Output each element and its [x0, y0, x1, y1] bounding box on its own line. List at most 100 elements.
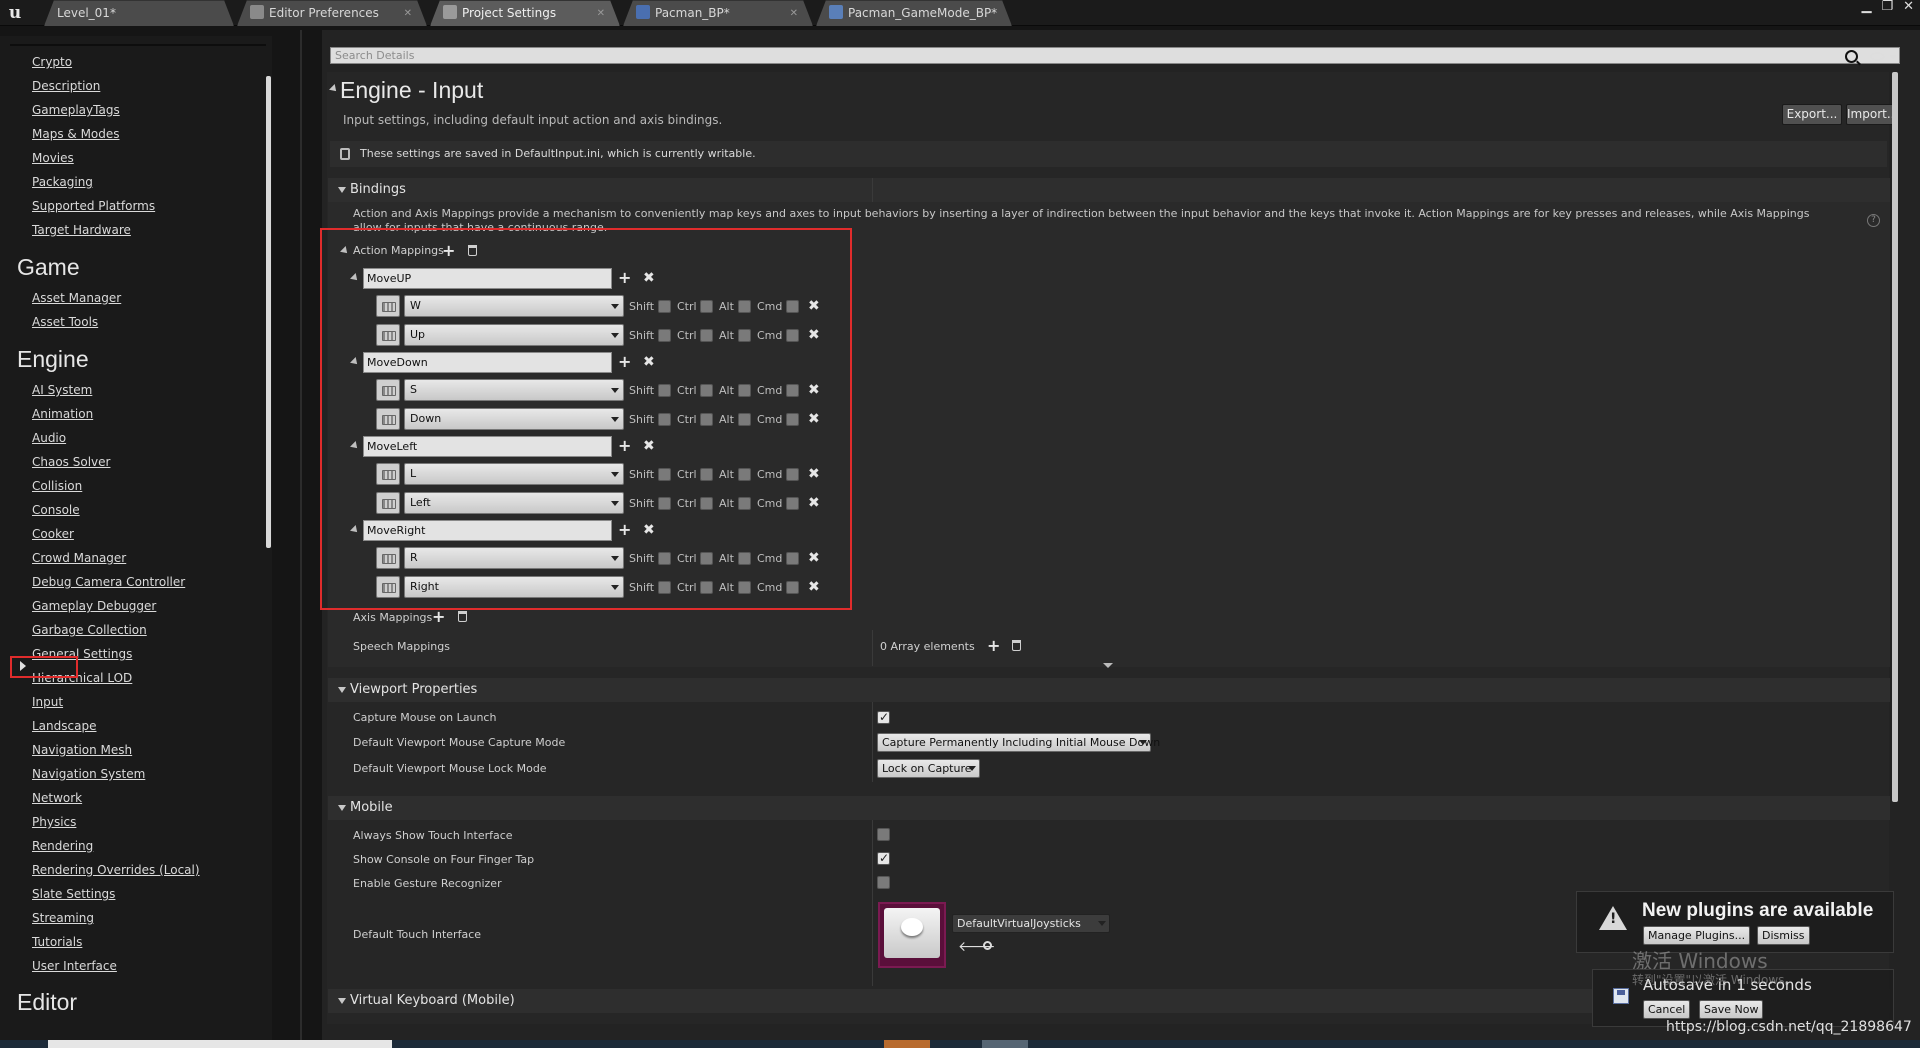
add-key-icon[interactable]: +	[618, 270, 631, 286]
sidebar-item-input[interactable]: Input	[32, 695, 63, 709]
sidebar-item-tutorials[interactable]: Tutorials	[32, 935, 82, 949]
remove-key-icon[interactable]: ✖	[808, 496, 820, 510]
ctrl-checkbox[interactable]	[700, 413, 713, 426]
remove-key-icon[interactable]: ✖	[808, 299, 820, 313]
alt-checkbox[interactable]	[738, 497, 751, 510]
touch-interface-thumbnail[interactable]	[878, 902, 946, 968]
sidebar-scrollbar[interactable]	[266, 76, 271, 548]
keyboard-icon[interactable]	[376, 463, 400, 485]
sidebar-item-rendering[interactable]: Rendering	[32, 839, 93, 853]
sidebar-item-debug-camera-controller[interactable]: Debug Camera Controller	[32, 575, 185, 589]
panel-splitter[interactable]	[300, 30, 302, 1040]
search-input[interactable]: Search Details	[330, 47, 1900, 64]
sidebar-item-collision[interactable]: Collision	[32, 479, 82, 493]
sidebar-item-target-hardware[interactable]: Target Hardware	[32, 223, 131, 237]
sidebar-item-supported-platforms[interactable]: Supported Platforms	[32, 199, 155, 213]
remove-key-icon[interactable]: ✖	[808, 467, 820, 481]
section-viewport-properties[interactable]: Viewport Properties	[328, 678, 1890, 702]
tab-project-settings[interactable]: Project Settings ✕	[430, 0, 620, 26]
search-icon[interactable]	[1845, 50, 1858, 63]
add-key-icon[interactable]: +	[618, 354, 631, 370]
tab-pacman-gamemode-bp[interactable]: Pacman_GameMode_BP*	[816, 0, 1012, 26]
key-selector[interactable]: Down	[404, 408, 624, 430]
action-name-field[interactable]: MoveUP	[363, 268, 612, 289]
add-icon[interactable]: +	[987, 638, 1000, 654]
expand-advanced-icon[interactable]	[1103, 663, 1113, 668]
add-icon[interactable]: +	[442, 243, 455, 259]
gesture-recognizer-checkbox[interactable]	[877, 876, 890, 889]
browse-search-icon[interactable]	[983, 941, 992, 950]
sidebar-item-physics[interactable]: Physics	[32, 815, 76, 829]
ctrl-checkbox[interactable]	[700, 497, 713, 510]
action-name-field[interactable]: MoveDown	[363, 352, 612, 373]
alt-checkbox[interactable]	[738, 329, 751, 342]
shift-checkbox[interactable]	[658, 497, 671, 510]
cmd-checkbox[interactable]	[786, 468, 799, 481]
action-name-field[interactable]: MoveLeft	[363, 436, 612, 457]
key-selector[interactable]: R	[404, 547, 624, 569]
sidebar-item-crypto[interactable]: Crypto	[32, 55, 72, 69]
sidebar-item-audio[interactable]: Audio	[32, 431, 66, 445]
remove-key-icon[interactable]: ✖	[808, 412, 820, 426]
remove-key-icon[interactable]: ✖	[808, 383, 820, 397]
save-now-button[interactable]: Save Now	[1699, 1000, 1764, 1019]
shift-checkbox[interactable]	[658, 384, 671, 397]
keyboard-icon[interactable]	[376, 492, 400, 514]
sidebar-item-gameplay-debugger[interactable]: Gameplay Debugger	[32, 599, 156, 613]
tab-pacman-bp[interactable]: Pacman_BP* ✕	[623, 0, 813, 26]
keyboard-icon[interactable]	[376, 576, 400, 598]
cancel-button[interactable]: Cancel	[1643, 1000, 1691, 1019]
details-scrollbar[interactable]	[1892, 72, 1898, 802]
sidebar-item-network[interactable]: Network	[32, 791, 82, 805]
sidebar-item-console[interactable]: Console	[32, 503, 80, 517]
close-icon[interactable]: ✕	[404, 1, 412, 26]
alt-checkbox[interactable]	[738, 468, 751, 481]
remove-key-icon[interactable]: ✖	[808, 328, 820, 342]
export-button[interactable]: Export...	[1782, 104, 1842, 125]
cmd-checkbox[interactable]	[786, 300, 799, 313]
remove-key-icon[interactable]: ✖	[808, 580, 820, 594]
sidebar-item-chaos-solver[interactable]: Chaos Solver	[32, 455, 110, 469]
sidebar-item-navigation-system[interactable]: Navigation System	[32, 767, 145, 781]
sidebar-item-asset-manager[interactable]: Asset Manager	[32, 291, 121, 305]
sidebar-item-landscape[interactable]: Landscape	[32, 719, 96, 733]
trash-icon[interactable]	[458, 611, 467, 622]
keyboard-icon[interactable]	[376, 379, 400, 401]
sidebar-item-rendering-overrides[interactable]: Rendering Overrides (Local)	[32, 863, 200, 877]
key-selector[interactable]: Left	[404, 492, 624, 514]
touch-interface-dropdown[interactable]: DefaultVirtualJoysticks	[952, 914, 1110, 933]
ctrl-checkbox[interactable]	[700, 384, 713, 397]
restore-icon[interactable]: ❐	[1881, 0, 1893, 14]
shift-checkbox[interactable]	[658, 581, 671, 594]
manage-plugins-button[interactable]: Manage Plugins...	[1643, 926, 1751, 945]
alt-checkbox[interactable]	[738, 581, 751, 594]
eye-icon[interactable]	[1870, 52, 1885, 61]
remove-action-icon[interactable]: ✖	[643, 355, 655, 369]
taskbar-search[interactable]	[48, 1040, 392, 1048]
close-icon[interactable]: ✕	[790, 1, 798, 26]
section-mobile[interactable]: Mobile	[328, 796, 1890, 820]
ctrl-checkbox[interactable]	[700, 329, 713, 342]
taskbar-app[interactable]	[884, 1040, 930, 1048]
alt-checkbox[interactable]	[738, 552, 751, 565]
key-selector[interactable]: Up	[404, 324, 624, 346]
minimize-icon[interactable]: ▁	[1861, 0, 1871, 14]
trash-icon[interactable]	[468, 245, 477, 256]
section-bindings[interactable]: Bindings	[328, 178, 1890, 202]
shift-checkbox[interactable]	[658, 413, 671, 426]
taskbar-app[interactable]	[982, 1040, 1028, 1048]
key-selector[interactable]: S	[404, 379, 624, 401]
sidebar-item-crowd-manager[interactable]: Crowd Manager	[32, 551, 126, 565]
add-icon[interactable]: +	[432, 609, 445, 625]
key-selector[interactable]: L	[404, 463, 624, 485]
import-button[interactable]: Import...	[1846, 104, 1898, 125]
dismiss-button[interactable]: Dismiss	[1757, 926, 1810, 945]
add-key-icon[interactable]: +	[618, 522, 631, 538]
key-selector[interactable]: W	[404, 295, 624, 317]
remove-key-icon[interactable]: ✖	[808, 551, 820, 565]
sidebar-item-animation[interactable]: Animation	[32, 407, 93, 421]
sidebar-item-slate-settings[interactable]: Slate Settings	[32, 887, 115, 901]
help-icon[interactable]: ?	[1867, 214, 1880, 227]
alt-checkbox[interactable]	[738, 300, 751, 313]
alt-checkbox[interactable]	[738, 413, 751, 426]
